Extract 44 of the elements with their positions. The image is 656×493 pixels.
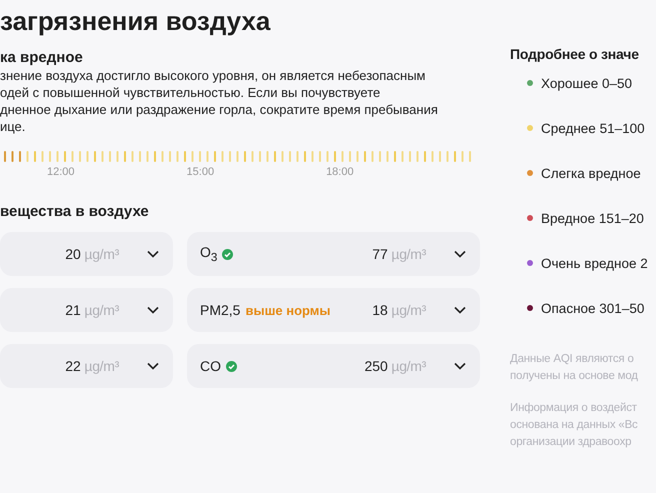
note-text: получены на основе мод [510,369,639,384]
pollutant-card[interactable]: CO 250 µg/m³ [187,344,480,388]
legend-label: Среднее 51–100 [541,120,645,136]
pollutant-name: CO [200,358,221,374]
legend-label: Слегка вредное [541,166,641,180]
note-text: Данные AQI являются о [510,352,635,367]
section-heading: вещества в воздухе [0,202,150,221]
pollutant-value: 18 µg/m³ [372,302,426,318]
page-title: загрязнения воздуха [0,5,272,38]
chevron-down-icon[interactable] [454,250,466,258]
legend-label: Очень вредное 2 [541,256,648,270]
pollutant-card[interactable]: 20 µg/m³ [0,232,173,276]
pollutant-card[interactable]: PM2,5 выше нормы 18 µg/m³ [187,288,480,332]
time-label: 12:00 [47,165,75,179]
pollutant-value: 22 µg/m³ [65,358,119,374]
status-heading: ка вредное [0,48,84,67]
pollutant-value: 77 µg/m³ [372,246,426,262]
pollutant-value: 21 µg/m³ [65,302,119,318]
note-text: организации здравоохр [510,435,632,450]
legend-label: Хорошее 0–50 [541,76,632,90]
legend-label: Опасное 301–50 [541,300,644,316]
chevron-down-icon[interactable] [454,306,466,314]
pollutant-card[interactable]: O$_{3}$ 77 µg/m³ [187,232,480,276]
pollutant-card[interactable]: 21 µg/m³ [0,288,173,332]
pollutant-card[interactable]: 22 µg/m³ [0,344,173,388]
pollutant-name: PM2,5 [200,302,240,318]
note-text: Информация о воздейст [510,401,638,416]
time-label: 15:00 [186,165,214,179]
chevron-down-icon[interactable] [147,250,159,258]
description-text: дненное дыхание или раздражение горла, сократите время пребывания [0,101,438,118]
description-text: одей с повышенной чувствительностью. Если вы почувствуете [0,84,380,101]
chevron-down-icon[interactable] [147,306,159,314]
description-text: знение воздуха достигло высокого уровня, он является небезопасным [0,67,426,84]
legend-heading: Подробнее о значе [510,45,640,64]
chevron-down-icon[interactable] [454,362,466,370]
note-text: основана на данных «Вс [510,418,639,433]
warning-label: выше нормы [245,302,331,318]
legend-label: Вредное 151–20 [541,210,644,226]
description-text: ице. [0,118,26,135]
chevron-down-icon[interactable] [147,362,159,370]
pollutant-value: 20 µg/m³ [65,246,119,262]
pollutant-value: 250 µg/m³ [364,358,426,374]
time-label: 18:00 [326,165,354,179]
pollutant-name: O$_{3}$ [200,244,218,264]
